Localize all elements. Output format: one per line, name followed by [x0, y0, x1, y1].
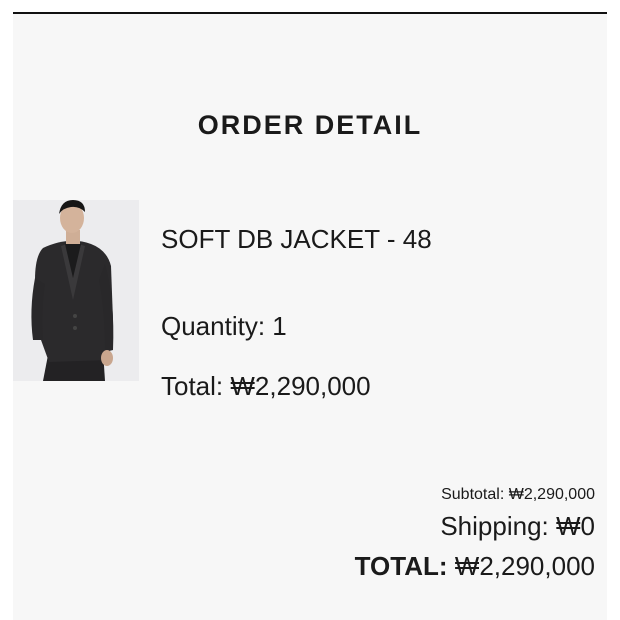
item-total-value: ₩2,290,000 — [230, 371, 371, 401]
grand-total-line: TOTAL: ₩2,290,000 — [355, 546, 595, 586]
item-quantity: Quantity: 1 — [161, 311, 287, 342]
shipping-line: Shipping: ₩0 — [355, 506, 595, 546]
subtotal-value: ₩2,290,000 — [508, 486, 595, 503]
quantity-label: Quantity: — [161, 311, 266, 341]
shipping-value: ₩0 — [556, 511, 595, 541]
order-detail-panel: ORDER DETAIL SOFT DB JACKET - 48 Quantit… — [13, 12, 607, 620]
product-photo-icon — [13, 200, 139, 381]
product-image[interactable] — [13, 200, 139, 381]
order-summary: Subtotal: ₩2,290,000 Shipping: ₩0 TOTAL:… — [355, 484, 595, 586]
item-total: Total: ₩2,290,000 — [161, 371, 371, 402]
subtotal-label: Subtotal: — [441, 486, 505, 503]
product-name: SOFT DB JACKET - 48 — [161, 224, 432, 254]
shipping-label: Shipping: — [440, 511, 549, 541]
item-total-label: Total: — [161, 371, 224, 401]
subtotal-line: Subtotal: ₩2,290,000 — [355, 484, 595, 506]
quantity-value: 1 — [272, 311, 287, 341]
grand-total-value: ₩2,290,000 — [454, 551, 595, 581]
page-title: ORDER DETAIL — [197, 110, 423, 140]
grand-total-label: TOTAL: — [354, 551, 448, 581]
